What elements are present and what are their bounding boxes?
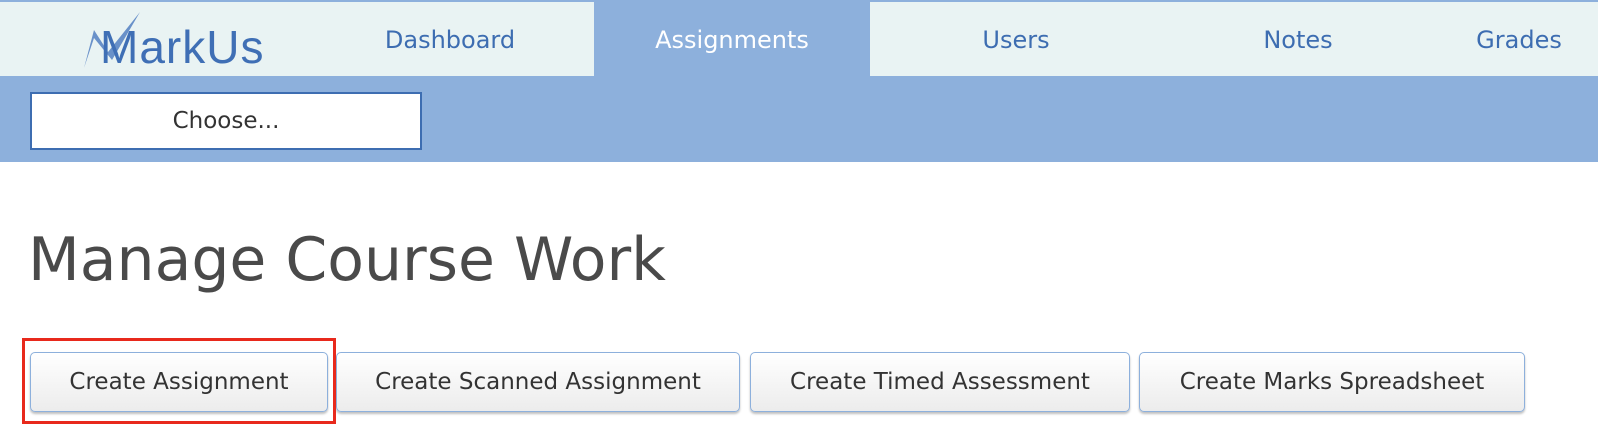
nav-tab-grades[interactable]: Grades — [1440, 2, 1598, 78]
page-title: Manage Course Work — [28, 225, 666, 295]
create-marks-spreadsheet-button[interactable]: Create Marks Spreadsheet — [1139, 352, 1525, 412]
markus-logo[interactable]: MarkUs — [78, 8, 278, 74]
create-timed-assessment-button[interactable]: Create Timed Assessment — [750, 352, 1130, 412]
nav-tab-assignments[interactable]: Assignments — [594, 2, 870, 78]
create-scanned-assignment-button[interactable]: Create Scanned Assignment — [336, 352, 740, 412]
sub-nav-bar: Choose... — [0, 76, 1598, 162]
nav-tab-notes[interactable]: Notes — [1160, 2, 1436, 78]
nav-tab-dashboard[interactable]: Dashboard — [310, 2, 590, 78]
nav-tab-users[interactable]: Users — [878, 2, 1154, 78]
create-assignment-button[interactable]: Create Assignment — [30, 352, 328, 412]
assignment-chooser-dropdown[interactable]: Choose... — [30, 92, 422, 150]
logo-text: MarkUs — [100, 21, 265, 73]
top-nav-bar: MarkUs Dashboard Assignments Users Notes… — [0, 0, 1598, 78]
